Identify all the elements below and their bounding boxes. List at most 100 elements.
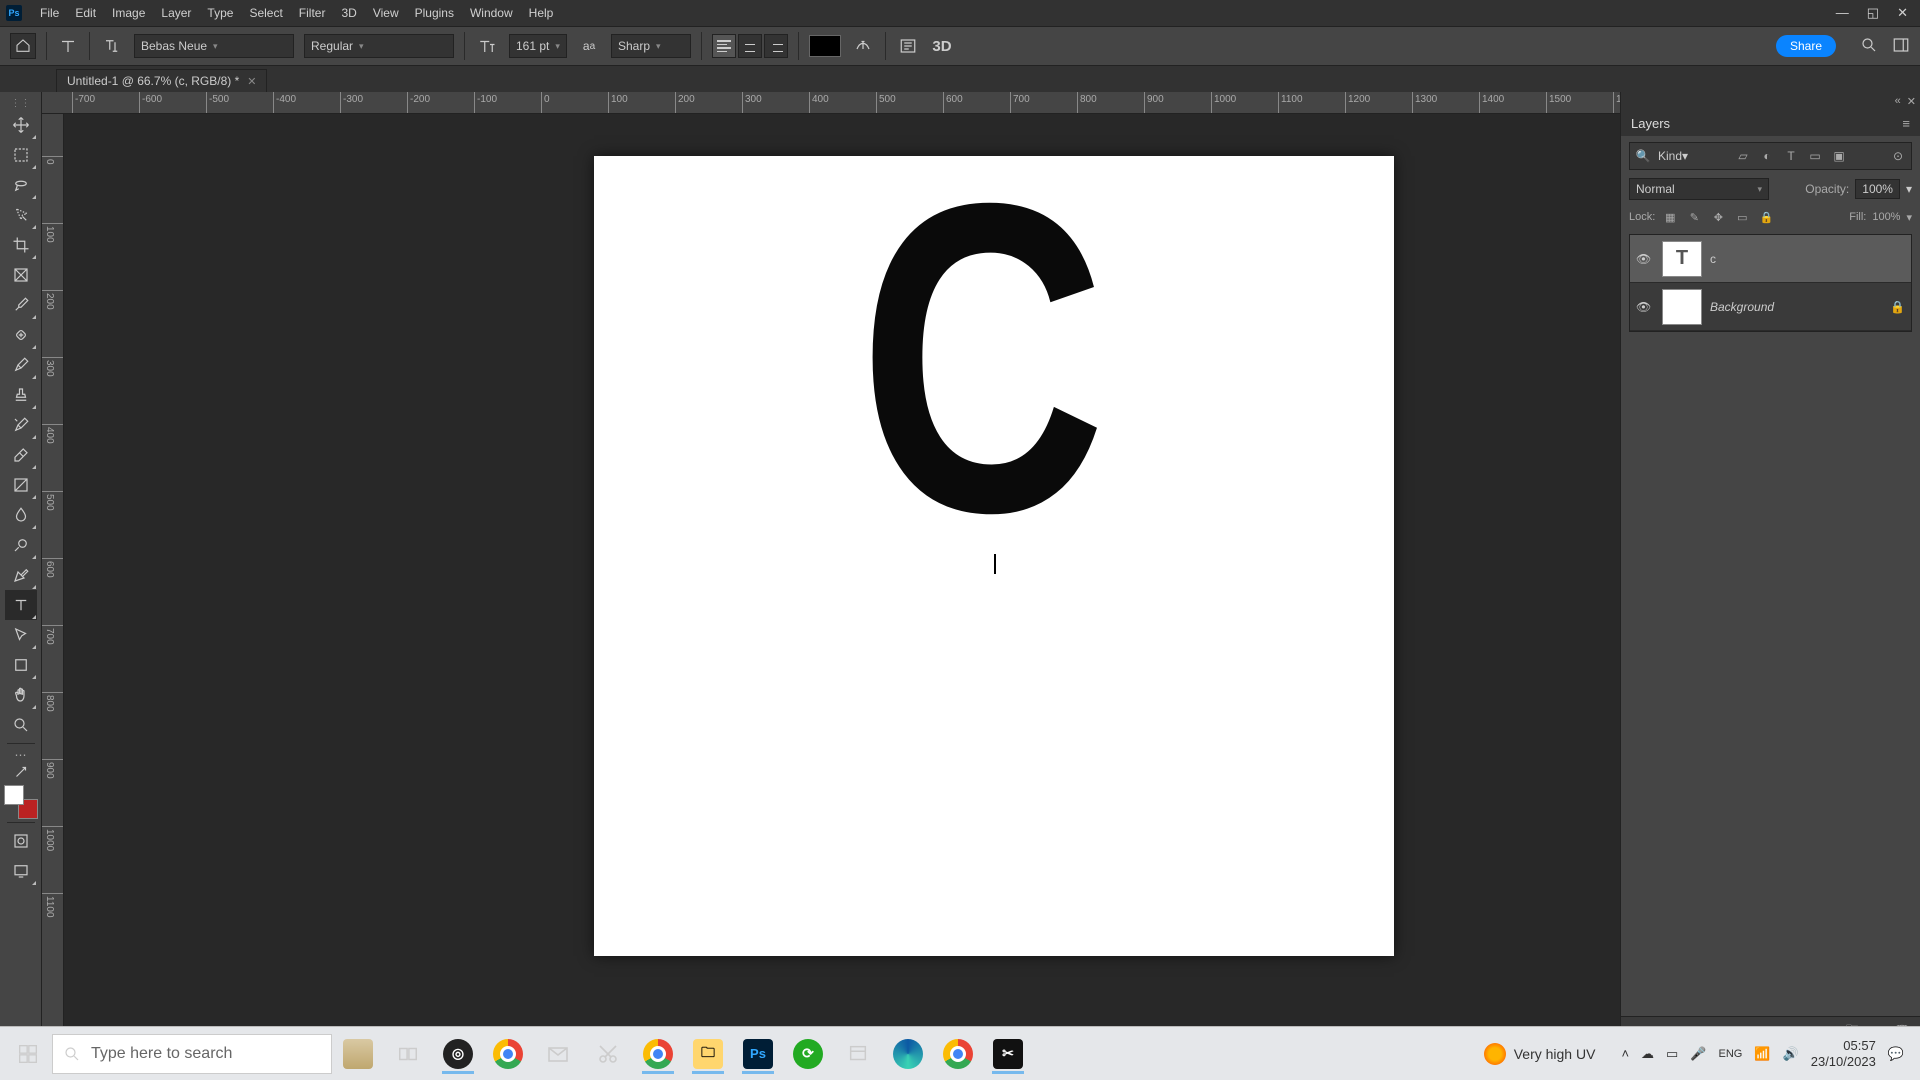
taskbar-taskview[interactable] — [384, 1032, 432, 1076]
edit-toolbar-button[interactable] — [5, 763, 37, 781]
color-swatches[interactable] — [4, 785, 38, 819]
menu-window[interactable]: Window — [462, 6, 521, 20]
tray-wifi-icon[interactable]: 📶 — [1754, 1046, 1770, 1062]
font-style-dropdown[interactable]: Regular ▾ — [304, 34, 454, 58]
layer-thumbnail[interactable]: T — [1662, 241, 1702, 277]
lock-nested-icon[interactable]: ▭ — [1733, 208, 1751, 226]
font-size-dropdown[interactable]: 161 pt ▾ — [509, 34, 567, 58]
frame-tool[interactable] — [5, 260, 37, 290]
taskbar-app-settings[interactable] — [834, 1032, 882, 1076]
home-button[interactable] — [10, 33, 36, 59]
filter-adjust-icon[interactable]: ◐ — [1758, 147, 1776, 165]
font-family-dropdown[interactable]: Bebas Neue ▾ — [134, 34, 294, 58]
menu-edit[interactable]: Edit — [67, 6, 104, 20]
lock-position-icon[interactable]: ✥ — [1709, 208, 1727, 226]
canvas-stage[interactable]: C — [64, 114, 1620, 1028]
layer-name[interactable]: Background — [1710, 300, 1882, 314]
filter-shape-icon[interactable]: ▭ — [1806, 147, 1824, 165]
minimize-button[interactable]: — — [1836, 5, 1849, 21]
align-left-button[interactable] — [712, 34, 736, 58]
lock-image-icon[interactable]: ✎ — [1685, 208, 1703, 226]
blend-mode-dropdown[interactable]: Normal▾ — [1629, 178, 1769, 200]
tray-onedrive-icon[interactable]: ☁ — [1641, 1046, 1654, 1062]
eraser-tool[interactable] — [5, 440, 37, 470]
workspace-switcher-button[interactable] — [1892, 36, 1910, 57]
text-orientation-button[interactable] — [100, 34, 124, 58]
close-tab-button[interactable]: ✕ — [247, 75, 256, 88]
gradient-tool[interactable] — [5, 470, 37, 500]
tray-language-icon[interactable]: ENG — [1719, 1048, 1743, 1060]
tool-handle[interactable]: ⋮⋮ — [5, 96, 37, 110]
visibility-toggle[interactable]: 👁 — [1636, 300, 1654, 314]
anti-alias-dropdown[interactable]: Sharp ▾ — [611, 34, 691, 58]
canvas-text-layer[interactable]: C — [859, 114, 1104, 611]
hand-tool[interactable] — [5, 680, 37, 710]
visibility-toggle[interactable]: 👁 — [1636, 252, 1654, 266]
opacity-value[interactable]: 100% — [1855, 179, 1900, 199]
taskbar-app-green[interactable]: ⟳ — [784, 1032, 832, 1076]
artboard[interactable]: C — [594, 156, 1394, 956]
fill-value[interactable]: 100% — [1872, 211, 1900, 223]
taskbar-app-edge[interactable] — [884, 1032, 932, 1076]
eyedropper-tool[interactable] — [5, 290, 37, 320]
start-button[interactable] — [6, 1034, 50, 1074]
filter-pixel-icon[interactable]: ▱ — [1734, 147, 1752, 165]
taskbar-app-chrome2[interactable] — [634, 1032, 682, 1076]
align-right-button[interactable] — [764, 34, 788, 58]
document-tab[interactable]: Untitled-1 @ 66.7% (c, RGB/8) * ✕ — [56, 69, 267, 92]
filter-smart-icon[interactable]: ▣ — [1830, 147, 1848, 165]
brush-tool[interactable] — [5, 350, 37, 380]
menu-3d[interactable]: 3D — [333, 6, 364, 20]
taskbar-app-obs[interactable]: ◎ — [434, 1032, 482, 1076]
menu-layer[interactable]: Layer — [153, 6, 199, 20]
menu-filter[interactable]: Filter — [291, 6, 334, 20]
history-brush-tool[interactable] — [5, 410, 37, 440]
more-tools[interactable]: ⋯ — [5, 747, 37, 763]
close-button[interactable]: ✕ — [1897, 5, 1908, 21]
quick-select-tool[interactable] — [5, 200, 37, 230]
foreground-color-swatch[interactable] — [4, 785, 24, 805]
weather-widget[interactable]: Very high UV — [1484, 1043, 1596, 1065]
panel-menu-icon[interactable]: ≡ — [1902, 116, 1910, 131]
taskbar-app-explorer[interactable]: 🗀 — [684, 1032, 732, 1076]
close-panel-icon[interactable]: ✕ — [1907, 95, 1916, 108]
menu-help[interactable]: Help — [521, 6, 562, 20]
taskbar-app-chrome3[interactable] — [934, 1032, 982, 1076]
tray-mic-icon[interactable]: 🎤 — [1690, 1046, 1706, 1062]
collapse-panel-icon[interactable]: « — [1895, 95, 1901, 107]
lasso-tool[interactable] — [5, 170, 37, 200]
tray-volume-icon[interactable]: 🔊 — [1783, 1046, 1799, 1062]
layer-name[interactable]: c — [1710, 252, 1905, 266]
menu-image[interactable]: Image — [104, 6, 153, 20]
quick-mask-button[interactable] — [5, 826, 37, 856]
ruler-horizontal[interactable]: -700-600-500-400-300-200-100010020030040… — [42, 92, 1620, 114]
taskbar-cortana[interactable] — [334, 1032, 382, 1076]
taskbar-app-mail[interactable] — [534, 1032, 582, 1076]
menu-select[interactable]: Select — [241, 6, 290, 20]
search-icon[interactable]: 🔍 — [1634, 147, 1652, 165]
blur-tool[interactable] — [5, 500, 37, 530]
taskbar-app-chrome[interactable] — [484, 1032, 532, 1076]
maximize-button[interactable]: ◱ — [1867, 5, 1879, 21]
crop-tool[interactable] — [5, 230, 37, 260]
chevron-down-icon[interactable]: ▾ — [1906, 211, 1912, 224]
screen-mode-button[interactable] — [5, 856, 37, 886]
tray-chevron-icon[interactable]: ˄ — [1621, 1046, 1629, 1061]
3d-button[interactable]: 3D — [930, 34, 954, 58]
warp-text-button[interactable] — [851, 34, 875, 58]
chevron-down-icon[interactable]: ▾ — [1906, 182, 1912, 196]
marquee-tool[interactable] — [5, 140, 37, 170]
ruler-vertical[interactable]: 010020030040050060070080090010001100 — [42, 114, 64, 1028]
dodge-tool[interactable] — [5, 530, 37, 560]
zoom-tool[interactable] — [5, 710, 37, 740]
filter-toggle-icon[interactable]: ⊙ — [1889, 147, 1907, 165]
move-tool[interactable] — [5, 110, 37, 140]
active-tool-indicator[interactable] — [57, 35, 79, 57]
layer-thumbnail[interactable] — [1662, 289, 1702, 325]
layer-row-background[interactable]: 👁 Background 🔒 — [1630, 283, 1911, 331]
filter-kind-dropdown[interactable]: Kind▾ — [1658, 149, 1728, 163]
menu-file[interactable]: File — [32, 6, 67, 20]
menu-view[interactable]: View — [365, 6, 407, 20]
healing-tool[interactable] — [5, 320, 37, 350]
shape-tool[interactable] — [5, 650, 37, 680]
